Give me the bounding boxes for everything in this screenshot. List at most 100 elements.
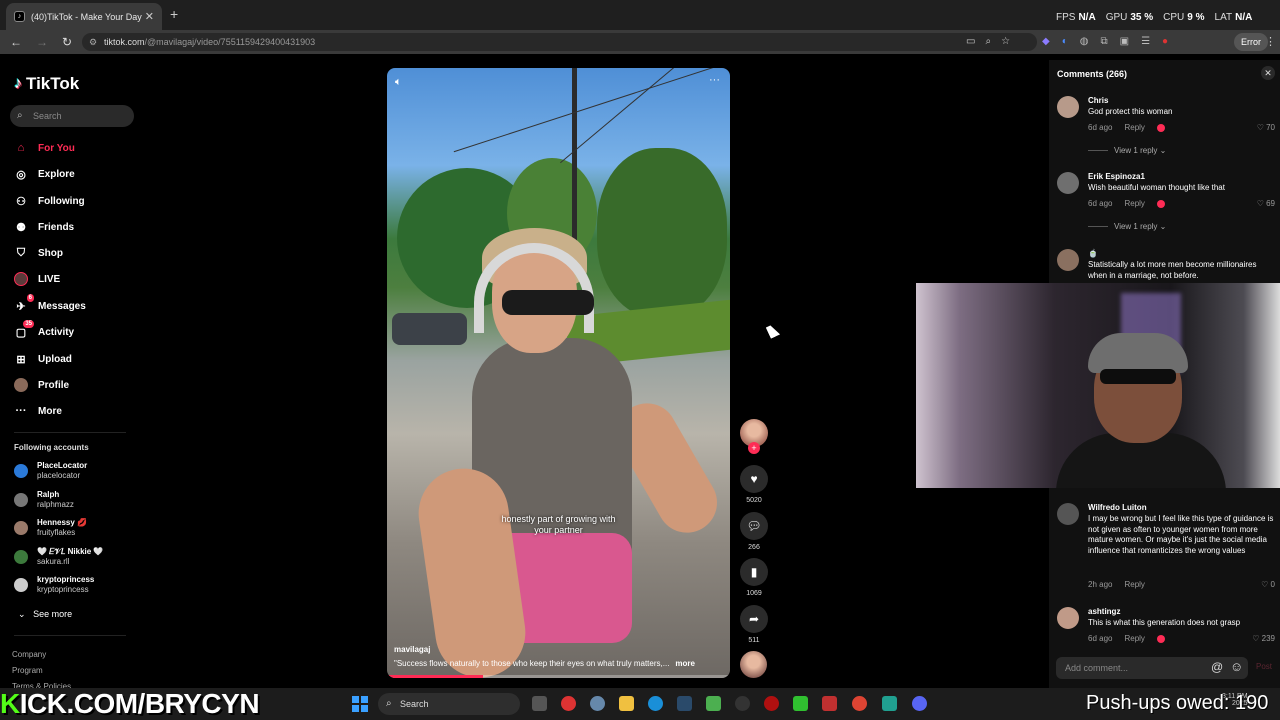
nav-item-messages[interactable]: ✈ 6 Messages (14, 294, 86, 313)
extension-icon[interactable]: ◆ (1042, 36, 1050, 47)
heart-outline-icon: ♡ (1252, 634, 1260, 643)
comment-text: Wish beautiful woman thought like that (1088, 183, 1225, 192)
avatar[interactable] (1057, 503, 1079, 525)
app-icon[interactable] (822, 696, 837, 711)
nav-item-friends[interactable]: ⚉ Friends (14, 220, 74, 234)
edge-icon[interactable] (648, 696, 663, 711)
windows-start-icon[interactable] (352, 696, 368, 712)
avatar[interactable] (1057, 172, 1079, 194)
reply-button[interactable]: Reply (1124, 580, 1144, 589)
comment-meta: 6d ago Reply (1088, 634, 1165, 643)
url-field[interactable]: ⚙ tiktok.com/@mavilagaj/video/7551159429… (82, 33, 1037, 51)
share-button[interactable]: ➦ 511 (740, 605, 768, 644)
comment-like-button[interactable]: ♡ 69 (1257, 199, 1275, 208)
reload-icon[interactable]: ↻ (62, 35, 72, 49)
forward-icon[interactable]: → (36, 35, 48, 49)
app-icon[interactable] (882, 696, 897, 711)
nav-item-shop[interactable]: ⛉ Shop (14, 246, 63, 260)
error-button[interactable]: Error (1234, 33, 1268, 51)
post-button[interactable]: Post (1256, 662, 1272, 671)
app-icon[interactable] (764, 696, 779, 711)
nav-item-following[interactable]: ⚇ Following (14, 194, 85, 208)
extensions-puzzle-icon[interactable]: ⧉ (1100, 36, 1107, 47)
footer-link-program[interactable]: Program (12, 663, 71, 679)
steam-icon[interactable] (677, 696, 692, 711)
upload-icon: ⊞ (16, 353, 26, 366)
close-tab-icon[interactable]: ✕ (145, 10, 154, 23)
tiktok-logo[interactable]: ♪ TikTok (14, 74, 79, 94)
discord-icon[interactable] (912, 696, 927, 711)
new-tab-button[interactable]: + (170, 6, 178, 22)
extension-icon[interactable]: ◍ (1080, 36, 1089, 47)
reply-button[interactable]: Reply (1124, 634, 1144, 643)
browser-menu-icon[interactable]: ⋮ (1265, 35, 1276, 48)
view-replies-button[interactable]: View 1 reply ⌄ (1088, 146, 1166, 155)
following-account[interactable]: PlaceLocator placelocator (14, 461, 87, 481)
split-view-icon[interactable]: ▣ (1120, 36, 1129, 47)
nav-item-for-you[interactable]: ⌂ For You (14, 141, 75, 155)
taskbar-search-label: Search (400, 699, 429, 709)
comment-author[interactable]: Wilfredo Luiton (1088, 503, 1147, 512)
settings-gear-icon[interactable] (590, 696, 605, 711)
comment-author[interactable]: ashtingz (1088, 607, 1120, 616)
comment-author[interactable]: 🍵 (1088, 249, 1098, 258)
zoom-icon[interactable]: ⌕ (985, 36, 991, 47)
logo-text: TikTok (26, 74, 80, 93)
back-icon[interactable]: ← (10, 35, 22, 49)
video-menu-icon[interactable]: ··· (709, 74, 720, 86)
chrome-icon[interactable] (852, 696, 867, 711)
browser-tab[interactable]: ♪ (40)TikTok - Make Your Day ✕ (6, 3, 162, 30)
file-explorer-icon[interactable] (619, 696, 634, 711)
app-icon[interactable] (561, 696, 576, 711)
close-icon[interactable]: ✕ (1261, 66, 1275, 80)
emoji-icon[interactable]: ☺ (1230, 659, 1243, 674)
sound-disc-avatar[interactable] (740, 651, 767, 678)
reply-button[interactable]: Reply (1124, 199, 1144, 208)
avatar[interactable] (1057, 96, 1079, 118)
avatar[interactable] (1057, 607, 1079, 629)
performance-overlay: FPS N/A GPU 35 % CPU 9 % LAT N/A (1056, 12, 1252, 23)
media-controls-icon[interactable]: ☰ (1141, 36, 1150, 47)
app-icon[interactable] (706, 696, 721, 711)
nav-item-profile[interactable]: Profile (14, 378, 69, 392)
comment-author[interactable]: Chris (1088, 96, 1108, 105)
comment-like-button[interactable]: ♡ 0 (1261, 580, 1275, 589)
comment-button[interactable]: 💬︎ 266 (740, 512, 768, 551)
nav-item-activity[interactable]: ▢ 35 Activity (14, 320, 74, 339)
avatar[interactable] (1057, 249, 1079, 271)
video-player[interactable]: 🔈︎ ··· honestly part of growing with you… (387, 68, 730, 678)
site-info-icon[interactable]: ⚙ (89, 33, 97, 51)
see-more-button[interactable]: ⌄ See more (18, 609, 72, 620)
nav-item-explore[interactable]: ◎ Explore (14, 167, 75, 181)
nav-item-upload[interactable]: ⊞ Upload (14, 352, 72, 366)
video-username[interactable]: mavilagaj (394, 645, 430, 654)
profile-icon[interactable]: ● (1162, 36, 1168, 47)
comment-like-button[interactable]: ♡ 70 (1257, 123, 1275, 132)
footer-link-company[interactable]: Company (12, 647, 71, 663)
mention-at-icon[interactable]: @ (1211, 660, 1223, 674)
search-input[interactable]: ⌕ Search (10, 105, 134, 127)
bookmark-star-icon[interactable]: ☆ (1001, 36, 1010, 47)
taskbar-search[interactable]: ⌕ Search (378, 693, 520, 715)
following-account[interactable]: Ralph ralphmazz (14, 490, 74, 510)
cast-icon[interactable]: ▭ (966, 36, 975, 47)
more-button[interactable]: more (675, 659, 695, 668)
comment-like-button[interactable]: ♡ 239 (1252, 634, 1275, 643)
following-account[interactable]: kryptoprincess kryptoprincess (14, 575, 94, 595)
following-account[interactable]: 🤍 𝐸𝒱𝐿 Nikkie 🤍 sakura.rll (14, 547, 103, 567)
task-view-icon[interactable] (532, 696, 547, 711)
extension-icon[interactable]: ◐ (1062, 36, 1068, 47)
follow-plus-icon[interactable]: + (748, 442, 760, 454)
volume-icon[interactable]: 🔈︎ (395, 76, 402, 89)
app-icon[interactable] (793, 696, 808, 711)
view-replies-button[interactable]: View 1 reply ⌄ (1088, 222, 1166, 231)
nav-item-live[interactable]: LIVE (14, 272, 60, 286)
comment-author[interactable]: Erik Espinoza1 (1088, 172, 1145, 181)
nav-item-more[interactable]: ··· More (14, 404, 62, 418)
github-icon[interactable] (735, 696, 750, 711)
save-button[interactable]: ▮ 1069 (740, 558, 768, 597)
reply-button[interactable]: Reply (1124, 123, 1144, 132)
following-account[interactable]: Hennessy 💋 fruityflakes (14, 518, 87, 538)
video-progress-bar[interactable] (387, 675, 730, 678)
like-button[interactable]: ♥ 5020 (740, 465, 768, 504)
